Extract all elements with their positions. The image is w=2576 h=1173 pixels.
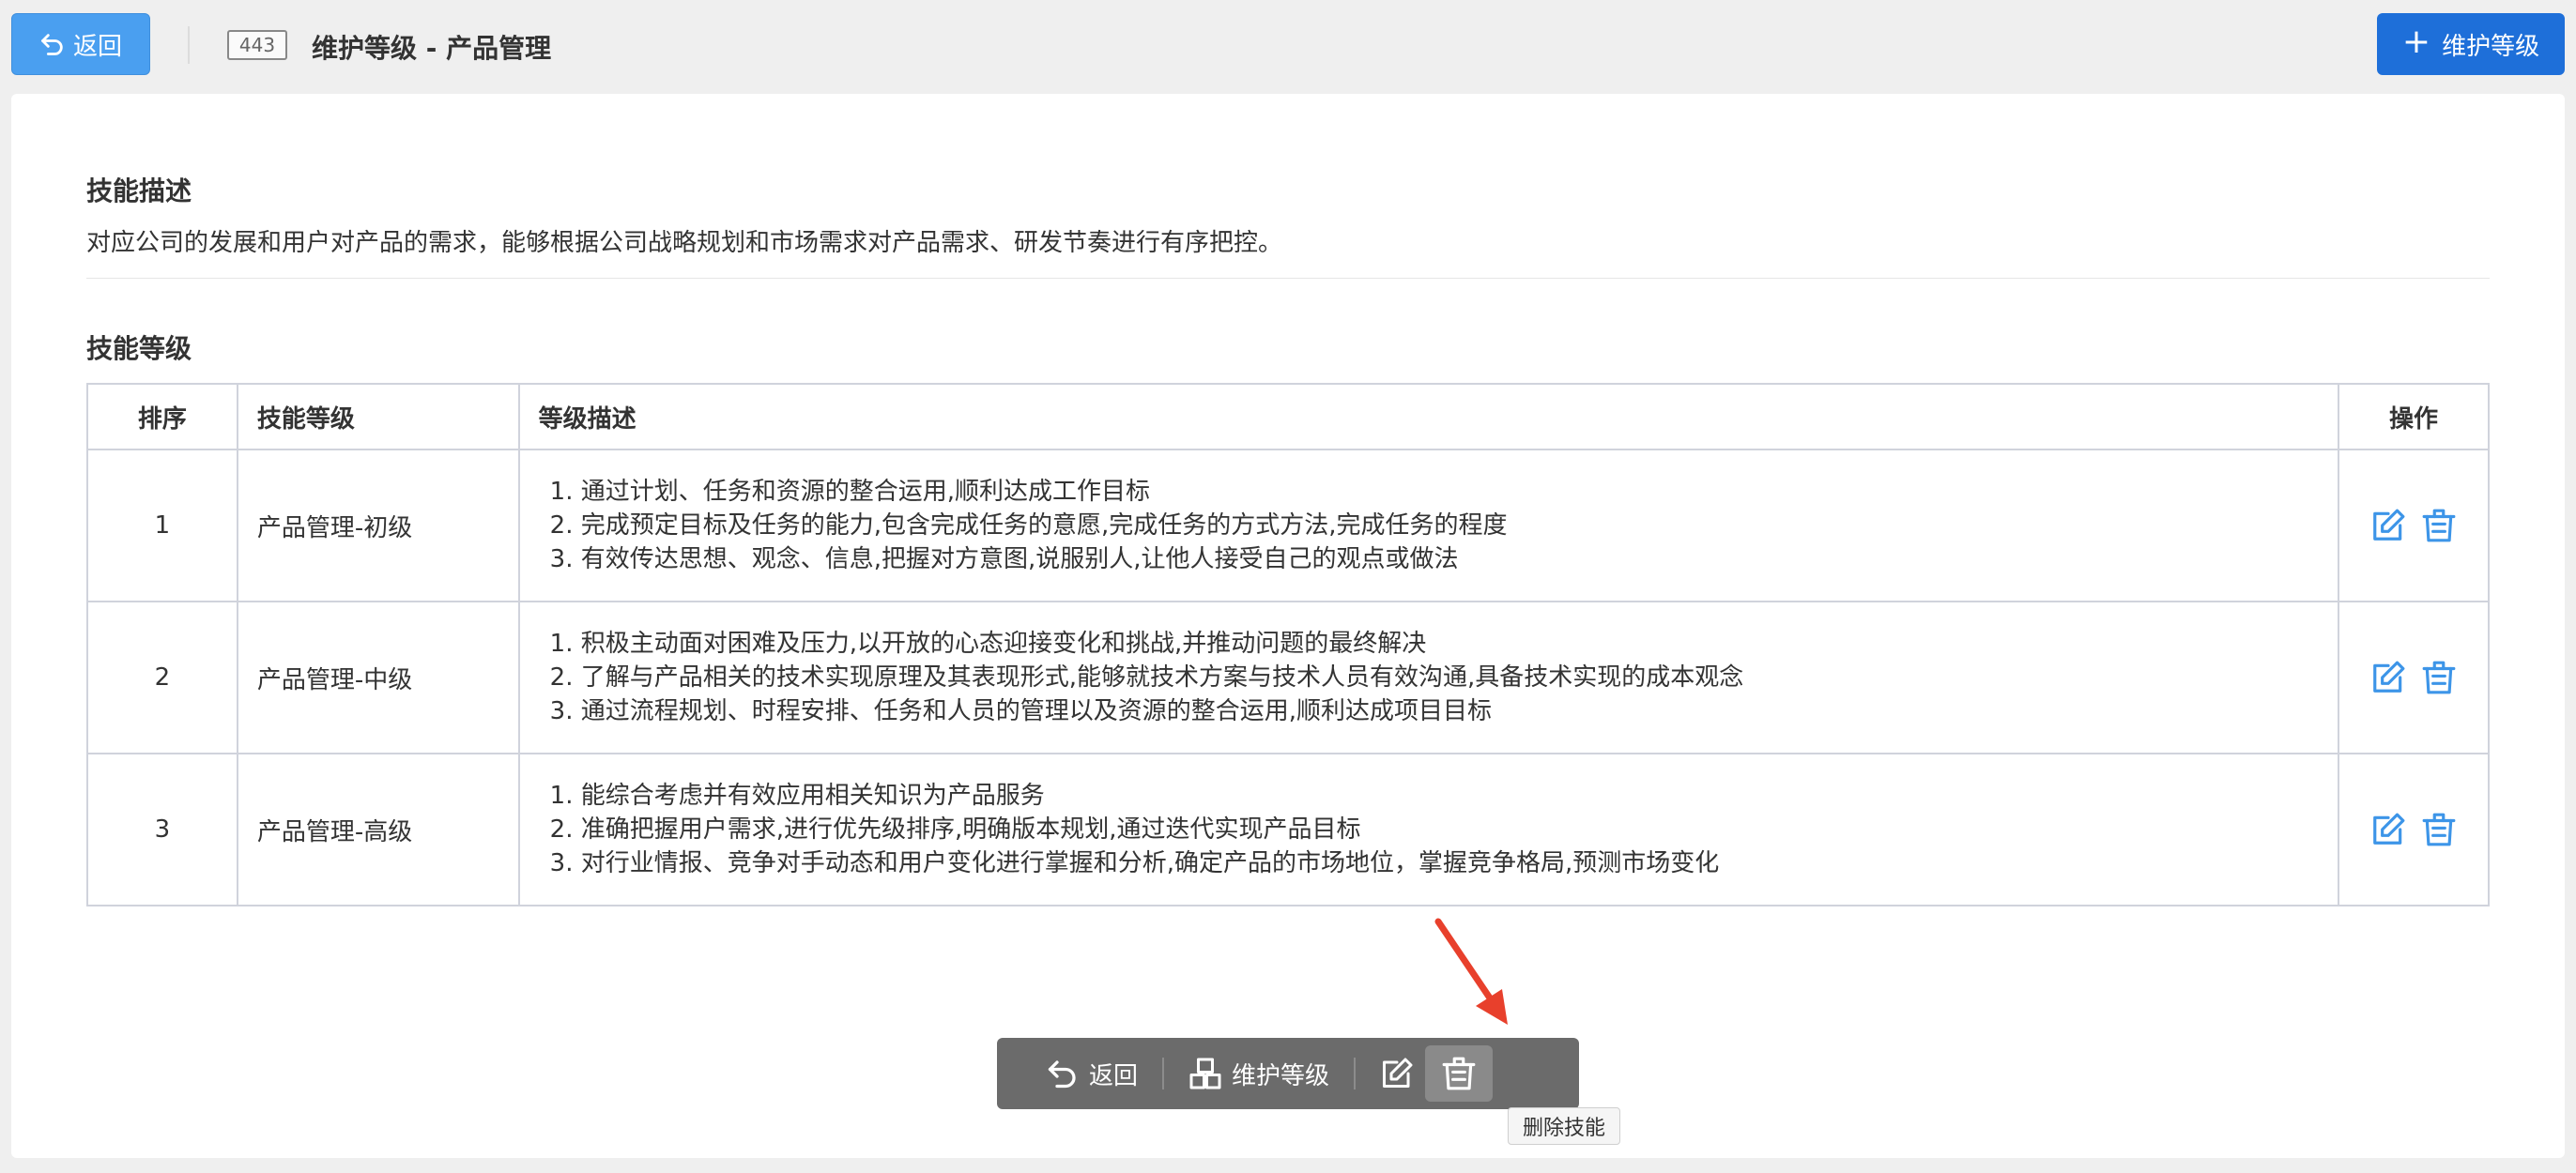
row-actions: [2338, 449, 2490, 602]
row-order: 1: [86, 449, 238, 602]
description-line: 2. 了解与产品相关的技术实现原理及其表现形式,能够就技术方案与技术人员有效沟通…: [549, 663, 1744, 692]
row-level-name: 产品管理-高级: [236, 753, 520, 906]
description-line: 3. 对行业情报、竞争对手动态和用户变化进行掌握和分析,确定产品的市场地位，掌握…: [549, 849, 1720, 877]
column-header-level: 技能等级: [236, 383, 520, 450]
row-level-name: 产品管理-初级: [236, 449, 520, 602]
table-row: 2 产品管理-中级 1. 积极主动面对困难及压力,以开放的心态迎接变化和挑战,并…: [86, 601, 2490, 754]
column-header-description: 等级描述: [517, 383, 2340, 450]
skill-description-text: 对应公司的发展和用户对产品的需求，能够根据公司战略规划和市场需求对产品需求、研发…: [86, 229, 1283, 257]
trash-icon[interactable]: [2421, 660, 2457, 695]
annotation-arrow-icon: [1434, 918, 1508, 1025]
description-line: 1. 通过计划、任务和资源的整合运用,顺利达成工作目标: [549, 478, 1150, 506]
row-description: 1. 通过计划、任务和资源的整合运用,顺利达成工作目标 2. 完成预定目标及任务…: [517, 449, 2340, 602]
toolbar-delete-skill-button[interactable]: [1425, 1045, 1494, 1102]
edit-icon[interactable]: [2370, 508, 2406, 543]
description-line: 1. 能综合考虑并有效应用相关知识为产品服务: [549, 782, 1045, 810]
top-bar: 返回 443 维护等级 - 产品管理 + 维护等级: [0, 0, 2576, 88]
column-header-order: 排序: [86, 383, 238, 450]
toolbar-back-button[interactable]: 返回: [1035, 1045, 1149, 1102]
table-row: 3 产品管理-高级 1. 能综合考虑并有效应用相关知识为产品服务 2. 准确把握…: [86, 753, 2490, 906]
column-header-actions: 操作: [2338, 383, 2490, 450]
toolbar-edit-button[interactable]: [1369, 1045, 1425, 1102]
row-description: 1. 积极主动面对困难及压力,以开放的心态迎接变化和挑战,并推动问题的最终解决 …: [517, 601, 2340, 754]
table-header-row: 排序 技能等级 等级描述 操作: [86, 383, 2490, 450]
undo-icon: [41, 34, 63, 55]
edit-icon: [1383, 1058, 1413, 1088]
skill-levels-heading: 技能等级: [86, 333, 192, 364]
description-line: 2. 准确把握用户需求,进行优先级排序,明确版本规划,通过迭代实现产品目标: [549, 815, 1361, 844]
trash-icon[interactable]: [2421, 508, 2457, 543]
row-order: 2: [86, 601, 238, 754]
add-level-button[interactable]: + 维护等级: [2377, 13, 2565, 75]
trash-icon[interactable]: [2421, 812, 2457, 847]
toolbar-divider: [1354, 1058, 1357, 1089]
row-description: 1. 能综合考虑并有效应用相关知识为产品服务 2. 准确把握用户需求,进行优先级…: [517, 753, 2340, 906]
toolbar-divider: [1162, 1058, 1165, 1089]
description-line: 1. 积极主动面对困难及压力,以开放的心态迎接变化和挑战,并推动问题的最终解决: [549, 630, 1427, 658]
header-divider: [188, 26, 190, 64]
plus-icon: +: [2401, 23, 2431, 61]
description-line: 3. 通过流程规划、时程安排、任务和人员的管理以及资源的整合运用,顺利达成项目目…: [549, 697, 1492, 725]
back-button[interactable]: 返回: [11, 13, 150, 75]
row-order: 3: [86, 753, 238, 906]
trash-icon: [1442, 1057, 1476, 1090]
edit-icon[interactable]: [2370, 660, 2406, 695]
skill-levels-table: 排序 技能等级 等级描述 操作 1 产品管理-初级 1. 通过计划、任务和资源的…: [86, 383, 2490, 906]
description-line: 3. 有效传达思想、观念、信息,把握对方意图,说服别人,让他人接受自己的观点或做…: [549, 545, 1459, 573]
skill-description-heading: 技能描述: [86, 175, 192, 206]
row-actions: [2338, 753, 2490, 906]
table-row: 1 产品管理-初级 1. 通过计划、任务和资源的整合运用,顺利达成工作目标 2.…: [86, 449, 2490, 602]
description-line: 2. 完成预定目标及任务的能力,包含完成任务的意愿,完成任务的方式方法,完成任务…: [549, 511, 1508, 540]
page-title: 维护等级 - 产品管理: [312, 33, 552, 64]
section-divider: [86, 278, 2490, 279]
content-panel: 技能描述 对应公司的发展和用户对产品的需求，能够根据公司战略规划和市场需求对产品…: [11, 94, 2565, 1158]
delete-skill-tooltip: 删除技能: [1508, 1107, 1620, 1145]
row-level-name: 产品管理-中级: [236, 601, 520, 754]
edit-icon[interactable]: [2370, 812, 2406, 847]
back-button-label: 返回: [72, 32, 122, 61]
row-actions: [2338, 601, 2490, 754]
layout-icon: [1189, 1058, 1221, 1089]
toolbar-maintain-level-label: 维护等级: [1232, 1061, 1330, 1090]
id-badge: 443: [227, 30, 287, 60]
add-level-label: 维护等级: [2442, 32, 2540, 61]
undo-icon: [1048, 1060, 1076, 1089]
toolbar-back-label: 返回: [1089, 1061, 1139, 1090]
toolbar-maintain-level-button[interactable]: 维护等级: [1177, 1045, 1341, 1102]
floating-toolbar: 返回 维护等级: [997, 1038, 1579, 1109]
